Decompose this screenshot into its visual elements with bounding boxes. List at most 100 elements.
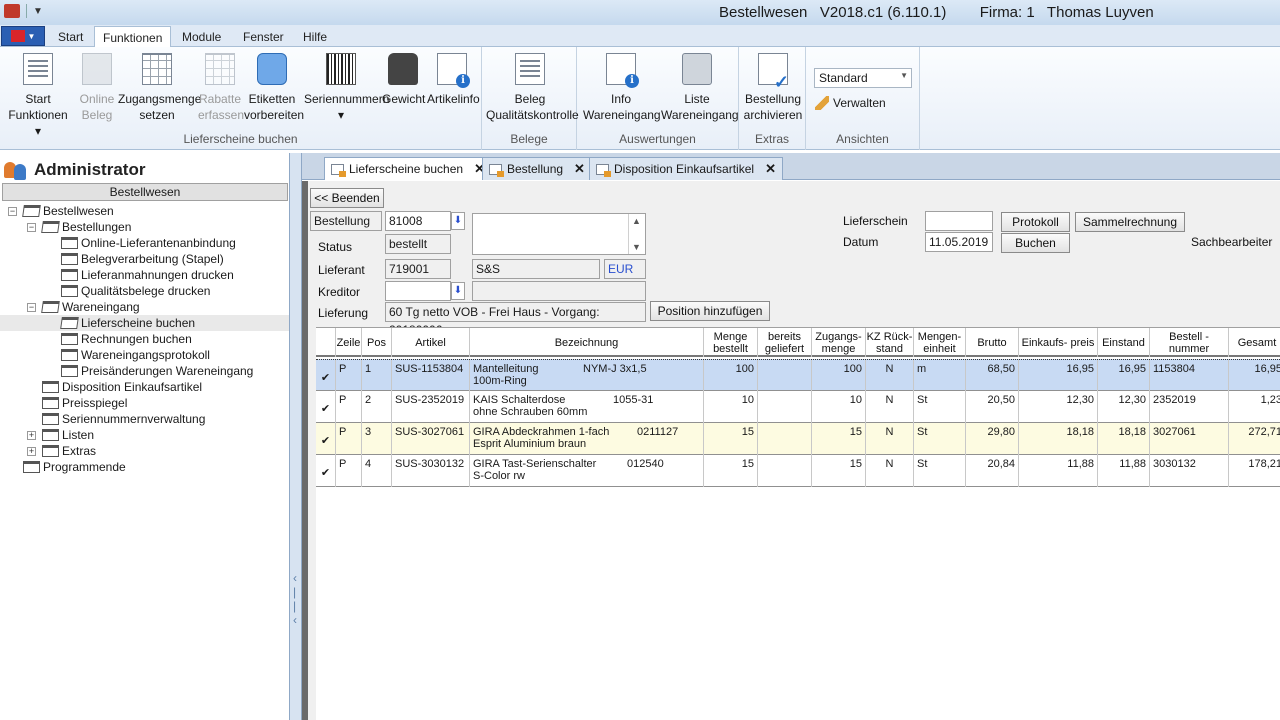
cell-ekpreis[interactable]: 11,88 bbox=[1019, 455, 1098, 487]
column-header[interactable]: Zeile bbox=[336, 328, 362, 357]
column-header[interactable]: Bestell - nummer bbox=[1150, 328, 1229, 357]
doc-tab-disposition[interactable]: Disposition Einkaufsartikel ✕ bbox=[589, 157, 783, 180]
chevron-up-icon[interactable]: ▲ bbox=[632, 216, 641, 226]
section-bar[interactable]: Bestellwesen bbox=[2, 183, 288, 201]
cell-einstand[interactable]: 12,30 bbox=[1098, 391, 1150, 423]
cell-brutto[interactable]: 68,50 bbox=[966, 360, 1019, 392]
tree-item[interactable]: − Bestellungen bbox=[0, 219, 289, 235]
artikelinfo-button[interactable]: Artikelinfo bbox=[427, 53, 480, 107]
tree-item[interactable]: Disposition Einkaufsartikel bbox=[0, 379, 289, 395]
column-header[interactable]: Bezeichnung bbox=[470, 328, 704, 357]
tree-item[interactable]: Preisänderungen Wareneingang bbox=[0, 363, 289, 379]
tree-item[interactable]: Belegverarbeitung (Stapel) bbox=[0, 251, 289, 267]
tree-item[interactable]: − Wareneingang bbox=[0, 299, 289, 315]
info-wareneingang-button[interactable]: Info Wareneingang bbox=[583, 53, 661, 123]
tab-start[interactable]: Start bbox=[50, 28, 91, 47]
column-header[interactable]: Einkaufs- preis bbox=[1019, 328, 1098, 357]
column-header[interactable]: KZ Rück- stand bbox=[866, 328, 914, 357]
tree-item[interactable]: Qualitätsbelege drucken bbox=[0, 283, 289, 299]
cell-kz[interactable]: N bbox=[866, 391, 914, 423]
cell-zeile[interactable]: P bbox=[336, 455, 362, 487]
cell-ekpreis[interactable]: 18,18 bbox=[1019, 423, 1098, 455]
cell-geliefert[interactable] bbox=[758, 360, 812, 392]
tree-item[interactable]: Rechnungen buchen bbox=[0, 331, 289, 347]
chevron-down-icon[interactable]: ▼ bbox=[632, 242, 641, 252]
cell-pos[interactable]: 2 bbox=[362, 391, 392, 423]
cell-menge[interactable]: 10 bbox=[704, 391, 758, 423]
doc-tab-lieferscheine-buchen[interactable]: Lieferscheine buchen ✕ bbox=[324, 157, 492, 180]
app-icon[interactable] bbox=[4, 4, 20, 18]
tree-item[interactable]: Online-Lieferantenanbindung bbox=[0, 235, 289, 251]
expand-icon[interactable]: + bbox=[27, 430, 36, 440]
beleg-qualitaetskontrolle-button[interactable]: Beleg Qualitätskontrolle bbox=[486, 53, 579, 123]
row-check-icon[interactable]: ✔ bbox=[316, 391, 336, 423]
close-icon[interactable]: ✕ bbox=[765, 161, 776, 177]
cell-artikel[interactable]: SUS-2352019 bbox=[392, 391, 470, 423]
cell-einheit[interactable]: St bbox=[914, 391, 966, 423]
cell-zugang[interactable]: 15 bbox=[812, 423, 866, 455]
beenden-button[interactable]: << Beenden bbox=[310, 188, 384, 208]
tree-item[interactable]: Wareneingangsprotokoll bbox=[0, 347, 289, 363]
column-header[interactable]: Mengen- einheit bbox=[914, 328, 966, 357]
cell-zugang[interactable]: 10 bbox=[812, 391, 866, 423]
lookup-arrow-icon[interactable]: ⬇ bbox=[451, 212, 465, 230]
cell-geliefert[interactable] bbox=[758, 391, 812, 423]
view-select[interactable]: Standard ▼ bbox=[814, 68, 912, 88]
column-header[interactable]: bereits geliefert bbox=[758, 328, 812, 357]
cell-bezeichnung[interactable]: GIRA Tast-Serienschalter 012540 S-Color rw bbox=[470, 455, 704, 487]
cell-einstand[interactable]: 18,18 bbox=[1098, 423, 1150, 455]
cell-geliefert[interactable] bbox=[758, 423, 812, 455]
cell-gesamt[interactable]: 178,21 bbox=[1229, 455, 1280, 487]
datum-field[interactable]: 11.05.2019 bbox=[925, 232, 993, 252]
row-check-icon[interactable]: ✔ bbox=[316, 423, 336, 455]
collapse-icon[interactable]: − bbox=[8, 206, 17, 216]
cell-geliefert[interactable] bbox=[758, 455, 812, 487]
etiketten-vorbereiten-button[interactable]: Etiketten vorbereiten bbox=[244, 53, 304, 123]
tree-item[interactable]: Lieferscheine buchen bbox=[0, 315, 289, 331]
cell-bestellnr[interactable]: 1153804 bbox=[1150, 360, 1229, 392]
cell-einheit[interactable]: St bbox=[914, 423, 966, 455]
cell-kz[interactable]: N bbox=[866, 360, 914, 392]
cell-einheit[interactable]: m bbox=[914, 360, 966, 392]
tab-funktionen[interactable]: Funktionen bbox=[94, 26, 172, 48]
application-menu-button[interactable]: ▼ bbox=[1, 26, 45, 46]
column-header[interactable]: Gesamt bbox=[1229, 328, 1280, 357]
tab-module[interactable]: Module bbox=[174, 28, 229, 47]
position-hinzufuegen-button[interactable]: Position hinzufügen bbox=[650, 301, 770, 321]
cell-brutto[interactable]: 29,80 bbox=[966, 423, 1019, 455]
column-header[interactable]: Pos bbox=[362, 328, 392, 357]
collapse-grip-icon[interactable]: ‹ | | ‹ bbox=[293, 571, 297, 627]
cell-zeile[interactable]: P bbox=[336, 360, 362, 392]
tree-item[interactable]: Preisspiegel bbox=[0, 395, 289, 411]
protokoll-button[interactable]: Protokoll bbox=[1001, 212, 1070, 232]
expand-icon[interactable]: + bbox=[27, 446, 36, 456]
cell-menge[interactable]: 15 bbox=[704, 455, 758, 487]
start-funktionen-button[interactable]: Start Funktionen ▾ bbox=[4, 53, 72, 139]
zugangsmenge-setzen-button[interactable]: Zugangsmenge setzen bbox=[118, 53, 201, 123]
seriennummern-button[interactable]: Seriennummern ▾ bbox=[304, 53, 389, 123]
rabatte-erfassen-button[interactable]: Rabatte erfassen bbox=[198, 53, 244, 123]
cell-kz[interactable]: N bbox=[866, 423, 914, 455]
cell-gesamt[interactable]: 272,71 bbox=[1229, 423, 1280, 455]
cell-artikel[interactable]: SUS-1153804 bbox=[392, 360, 470, 392]
cell-zeile[interactable]: P bbox=[336, 423, 362, 455]
memo-scrollbar[interactable]: ▲ ▼ bbox=[628, 214, 645, 254]
tab-fenster[interactable]: Fenster bbox=[235, 28, 292, 47]
collapse-icon[interactable]: − bbox=[27, 222, 36, 232]
cell-gesamt[interactable]: 1,23 bbox=[1229, 391, 1280, 423]
lieferschein-field[interactable] bbox=[925, 211, 993, 231]
cell-bezeichnung[interactable]: Mantelleitung NYM-J 3x1,5 100m-Ring bbox=[470, 360, 704, 392]
tree-item[interactable]: + Listen bbox=[0, 427, 289, 443]
cell-artikel[interactable]: SUS-3030132 bbox=[392, 455, 470, 487]
cell-menge[interactable]: 15 bbox=[704, 423, 758, 455]
tree-item[interactable]: Programmende bbox=[0, 459, 289, 475]
buchen-button[interactable]: Buchen bbox=[1001, 233, 1070, 253]
collapse-icon[interactable]: − bbox=[27, 302, 36, 312]
cell-zeile[interactable]: P bbox=[336, 391, 362, 423]
cell-bestellnr[interactable]: 3030132 bbox=[1150, 455, 1229, 487]
table-row[interactable]: ✔ P 4 SUS-3030132 GIRA Tast-Serienschalter 01… bbox=[316, 455, 1280, 487]
table-row[interactable]: ✔ P 2 SUS-2352019 KAIS Schalterdose 1055-31 oh… bbox=[316, 391, 1280, 423]
cell-pos[interactable]: 3 bbox=[362, 423, 392, 455]
cell-einstand[interactable]: 11,88 bbox=[1098, 455, 1150, 487]
verwalten-button[interactable]: Verwalten bbox=[815, 96, 886, 110]
